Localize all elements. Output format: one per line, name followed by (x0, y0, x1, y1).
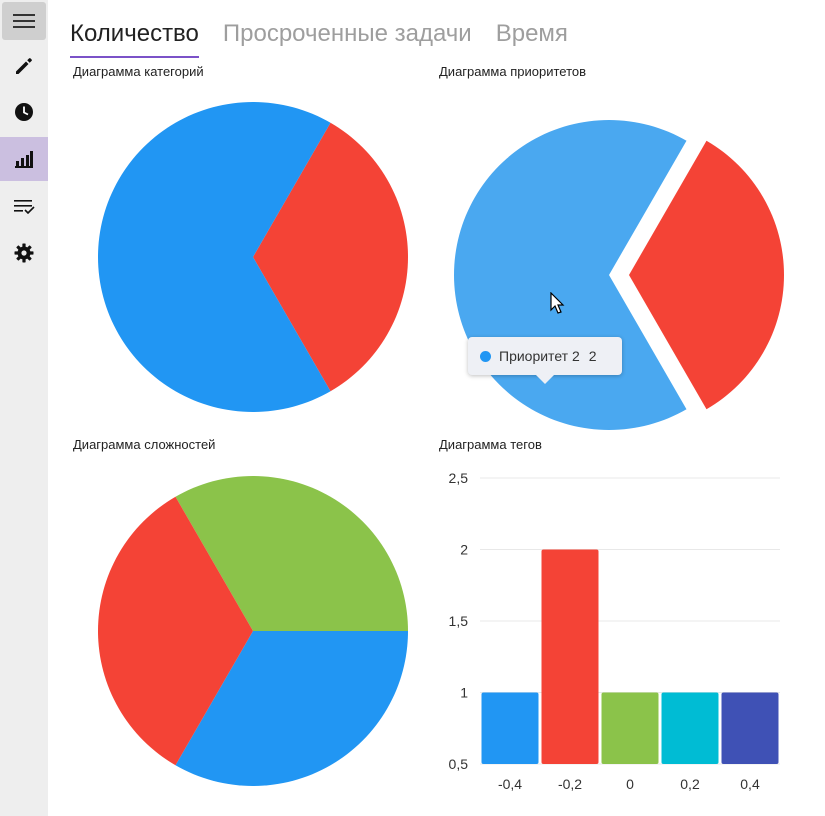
bar[interactable] (541, 549, 599, 765)
y-tick-label: 0,5 (449, 756, 469, 772)
legend-dot-icon (480, 350, 491, 362)
bar[interactable] (661, 692, 719, 765)
mouse-cursor-icon (550, 292, 565, 314)
x-tick-label: -0,4 (498, 776, 522, 792)
tooltip-label: Приоритет 2 (499, 348, 580, 364)
y-tick-label: 2,5 (449, 470, 469, 486)
x-tick-label: 0,4 (740, 776, 760, 792)
x-tick-label: -0,2 (558, 776, 582, 792)
bar[interactable] (601, 692, 659, 765)
x-tick-label: 0 (626, 776, 634, 792)
tooltip-value: 2 (588, 348, 597, 364)
bar[interactable] (721, 692, 779, 765)
y-tick-label: 1,5 (449, 613, 469, 629)
chart-tooltip: Приоритет 2 2 (468, 337, 622, 375)
y-tick-label: 1 (460, 685, 468, 701)
tooltip-arrow (536, 375, 554, 384)
x-tick-label: 0,2 (680, 776, 700, 792)
y-tick-label: 2 (460, 542, 468, 558)
bar[interactable] (481, 692, 539, 765)
tags-bar-chart[interactable]: 0,5 1 1,5 2 2,5 -0,4 -0,2 0 0,2 0,4 (430, 462, 790, 802)
